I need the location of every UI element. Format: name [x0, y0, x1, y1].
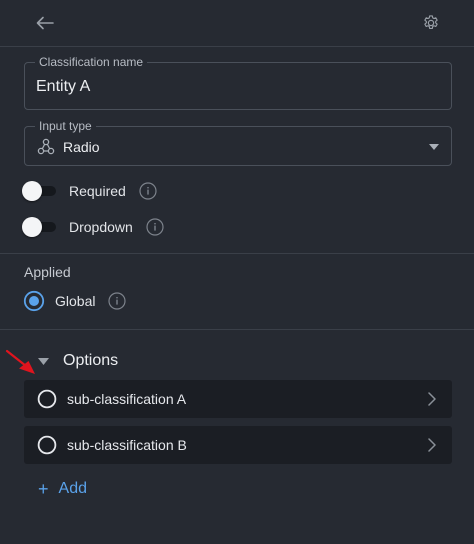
required-label: Required [69, 183, 126, 199]
arrow-left-icon [36, 16, 54, 30]
list-item[interactable]: sub-classification B [24, 426, 452, 464]
list-item[interactable]: sub-classification A [24, 380, 452, 418]
add-option-button[interactable]: + Add [38, 480, 87, 498]
section-divider [0, 329, 474, 330]
plus-icon: + [38, 479, 49, 499]
options-collapse-toggle[interactable]: Options [38, 352, 118, 370]
caret-down-icon [429, 144, 439, 150]
classification-name-field[interactable]: Classification name Entity A [24, 55, 452, 110]
input-type-value: Radio [63, 139, 100, 155]
required-row: Required [22, 179, 157, 203]
sub-classification-label: sub-classification B [67, 437, 187, 453]
settings-button[interactable] [418, 10, 444, 36]
global-radio[interactable] [23, 290, 45, 312]
radio-unselected-icon [37, 435, 57, 455]
input-type-label: Input type [35, 119, 96, 133]
section-divider [0, 253, 474, 254]
options-heading: Options [63, 352, 119, 369]
chevron-right-icon [428, 438, 436, 452]
classification-editor-panel: Classification name Entity A Input type … [0, 0, 474, 544]
dropdown-row: Dropdown [22, 215, 164, 239]
back-button[interactable] [32, 10, 58, 36]
required-toggle[interactable] [22, 181, 58, 201]
info-icon[interactable] [108, 292, 127, 310]
info-icon[interactable] [146, 218, 164, 236]
caret-down-icon [38, 357, 49, 365]
radio-network-icon [37, 138, 55, 155]
toggle-knob [22, 181, 42, 201]
classification-name-value[interactable]: Entity A [36, 78, 90, 96]
top-bar [0, 0, 474, 47]
add-label: Add [58, 480, 87, 497]
radio-unselected-icon [37, 389, 57, 409]
applied-heading: Applied [24, 264, 71, 280]
input-type-select[interactable]: Input type Radio [24, 119, 452, 166]
dropdown-toggle[interactable] [22, 217, 58, 237]
classification-name-label: Classification name [35, 55, 148, 69]
sub-classification-label: sub-classification A [67, 391, 187, 407]
info-icon[interactable] [139, 182, 157, 200]
dropdown-label: Dropdown [69, 219, 133, 235]
global-radio-row: Global [23, 290, 127, 312]
chevron-right-icon [428, 392, 436, 406]
global-label: Global [55, 293, 96, 309]
toggle-knob [22, 217, 42, 237]
gear-icon [424, 15, 438, 29]
